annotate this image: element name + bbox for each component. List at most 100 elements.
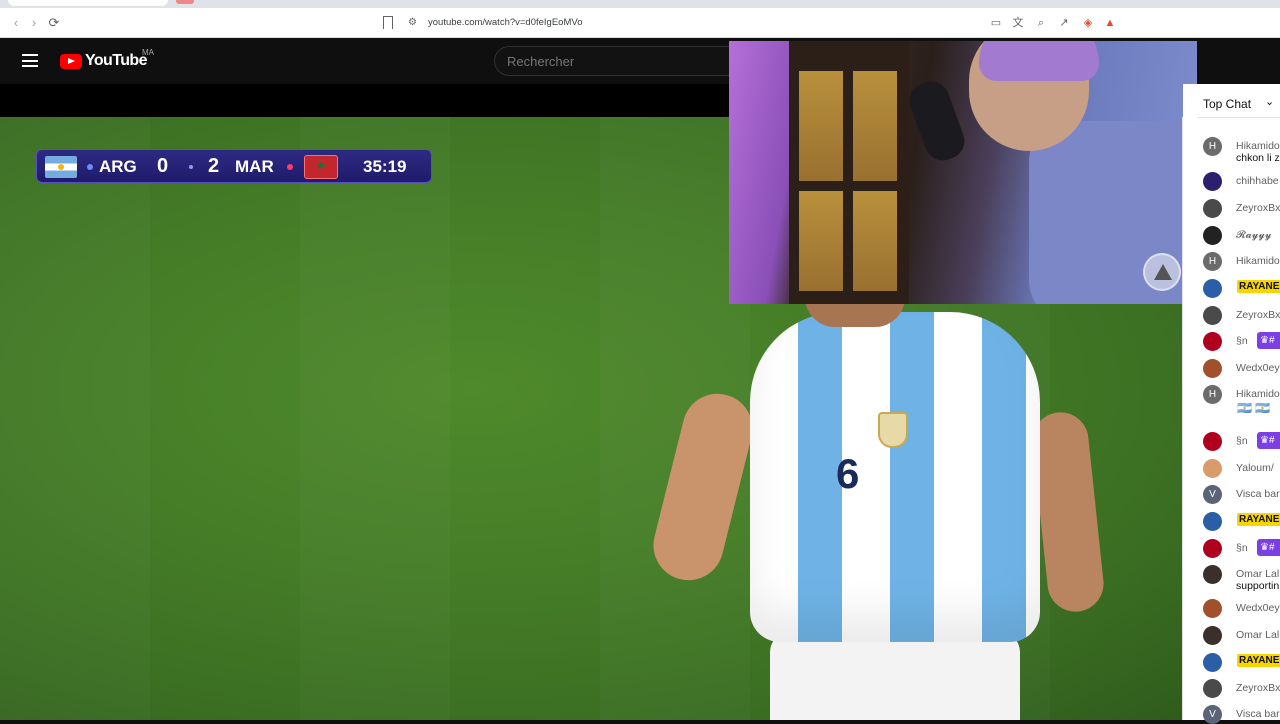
chat-mode-label[interactable]: Top Chat (1203, 97, 1251, 111)
player-figure: 6 (646, 297, 1107, 720)
chat-author[interactable]: ZeyroxBx (1236, 202, 1280, 214)
chat-author[interactable]: RAYANE (1237, 280, 1280, 293)
youtube-logo[interactable]: YouTube (60, 52, 147, 70)
reload-icon[interactable]: ⟳ (46, 15, 62, 31)
chat-author[interactable]: Wedx0ey (1236, 602, 1280, 614)
share-icon[interactable]: ↗ (1057, 16, 1071, 30)
search-box[interactable] (494, 46, 734, 76)
chat-message[interactable]: ♛# §n (1203, 331, 1280, 351)
chat-message[interactable]: Omar Lal supportin (1203, 564, 1280, 592)
chat-message[interactable]: ZeyroxBx (1203, 305, 1280, 325)
avatar[interactable]: H (1203, 385, 1222, 404)
chat-author[interactable]: Yaloum/ (1236, 462, 1274, 474)
avatar[interactable] (1203, 432, 1222, 451)
chat-author[interactable]: Visca bar (1236, 488, 1280, 500)
browser-tab[interactable] (176, 0, 194, 4)
avatar[interactable] (1203, 599, 1222, 618)
chat-message[interactable]: V Visca bar (1203, 484, 1280, 504)
avatar[interactable] (1203, 279, 1222, 298)
avatar[interactable] (1203, 653, 1222, 672)
player-shorts (770, 632, 1020, 720)
site-info-icon[interactable]: ⚙ (408, 17, 420, 29)
chat-author[interactable]: §n (1236, 435, 1248, 447)
chat-text: supportin (1236, 580, 1280, 592)
bookmark-icon[interactable] (383, 16, 393, 29)
forward-icon[interactable]: › (26, 15, 42, 31)
search-input[interactable] (507, 54, 727, 69)
chat-message[interactable]: Yaloum/ (1203, 458, 1280, 478)
avatar[interactable] (1203, 679, 1222, 698)
country-code: MA (142, 48, 154, 57)
chat-author[interactable]: Visca bar (1236, 708, 1280, 720)
avatar[interactable] (1203, 512, 1222, 531)
morocco-flag-icon (304, 155, 338, 179)
avatar[interactable] (1203, 626, 1222, 645)
chat-author[interactable]: §n (1236, 335, 1248, 347)
chat-author[interactable]: Hikamido (1236, 140, 1280, 152)
browser-tabstrip (0, 0, 1280, 8)
avatar[interactable] (1203, 226, 1222, 245)
chat-author[interactable]: §n (1236, 542, 1248, 554)
chat-message[interactable]: H Hikamido (1203, 251, 1280, 271)
chevron-down-icon[interactable]: ⌄ (1265, 95, 1274, 108)
chat-top-strip (1197, 41, 1280, 84)
away-team: MAR (235, 157, 274, 176)
chat-message[interactable]: Omar Lal (1203, 625, 1280, 645)
chat-author[interactable]: 𝓡𝓪𝔂𝔂𝔂 (1236, 229, 1272, 242)
chat-message[interactable]: chihhabe (1203, 171, 1280, 191)
avatar[interactable] (1203, 306, 1222, 325)
chat-author[interactable]: Omar Lal (1236, 629, 1279, 641)
chat-author[interactable]: ZeyroxBx (1236, 682, 1280, 694)
browser-tab-active[interactable] (8, 0, 168, 6)
chat-message[interactable]: Wedx0ey (1203, 598, 1280, 618)
chat-message[interactable]: 𝓡𝓪𝔂𝔂𝔂 (1203, 225, 1280, 245)
chat-author[interactable]: Hikamido (1236, 255, 1280, 267)
avatar[interactable] (1203, 199, 1222, 218)
chat-message[interactable]: V Visca bar (1203, 704, 1280, 724)
avatar[interactable] (1203, 172, 1222, 191)
chat-author[interactable]: Hikamido (1236, 388, 1280, 400)
chat-message[interactable]: ♛# §n (1203, 431, 1280, 451)
back-icon[interactable]: ‹ (8, 15, 24, 31)
brave-shield-icon[interactable]: ◈ (1081, 16, 1095, 30)
chat-author[interactable]: chihhabe (1236, 175, 1279, 187)
url-field[interactable]: youtube.com/watch?v=d0feIgEoMVo (428, 17, 582, 28)
translate-icon[interactable]: 文 (1011, 16, 1025, 30)
chat-message[interactable]: H Hikamido chkon li z (1203, 136, 1280, 164)
avatar[interactable]: H (1203, 137, 1222, 156)
argentina-flag-icon (45, 156, 77, 178)
chat-message[interactable]: Wedx0ey (1203, 358, 1280, 378)
chat-author[interactable]: RAYANE (1237, 654, 1280, 667)
player-arm (1029, 409, 1107, 615)
chat-header[interactable]: Top Chat ⌄ (1197, 92, 1280, 118)
chat-message[interactable]: ZeyroxBx (1203, 678, 1280, 698)
avatar[interactable]: V (1203, 705, 1222, 724)
shirt-number: 6 (836, 450, 860, 497)
avatar[interactable] (1203, 565, 1222, 584)
avatar[interactable] (1203, 332, 1222, 351)
avatar[interactable]: V (1203, 485, 1222, 504)
zoom-icon[interactable]: ⌕ (1034, 16, 1048, 30)
away-score: 2 (208, 155, 220, 177)
avatar[interactable] (1203, 359, 1222, 378)
menu-icon[interactable] (22, 54, 38, 67)
avatar[interactable] (1203, 539, 1222, 558)
brave-rewards-icon[interactable]: ▲ (1103, 16, 1117, 30)
chat-author[interactable]: ZeyroxBx (1236, 309, 1280, 321)
chat-message[interactable]: RAYANE (1203, 652, 1280, 672)
window-pane (853, 191, 897, 291)
chat-message[interactable]: ♛# §n (1203, 538, 1280, 558)
chat-author[interactable]: Wedx0ey (1236, 362, 1280, 374)
chat-message[interactable]: RAYANE (1203, 511, 1280, 531)
avatar[interactable]: H (1203, 252, 1222, 271)
youtube-play-icon (60, 53, 82, 69)
chat-author[interactable]: Omar Lal (1236, 568, 1279, 580)
member-badge: ♛# (1257, 332, 1280, 349)
member-badge: ♛# (1257, 432, 1280, 449)
chat-author[interactable]: RAYANE (1237, 513, 1280, 526)
chat-message[interactable]: H Hikamido 🇦🇷 🇦🇷 (1203, 384, 1280, 415)
cast-icon[interactable]: ▭ (989, 16, 1003, 30)
avatar[interactable] (1203, 459, 1222, 478)
chat-message[interactable]: RAYANE (1203, 278, 1280, 298)
chat-message[interactable]: ZeyroxBx (1203, 198, 1280, 218)
